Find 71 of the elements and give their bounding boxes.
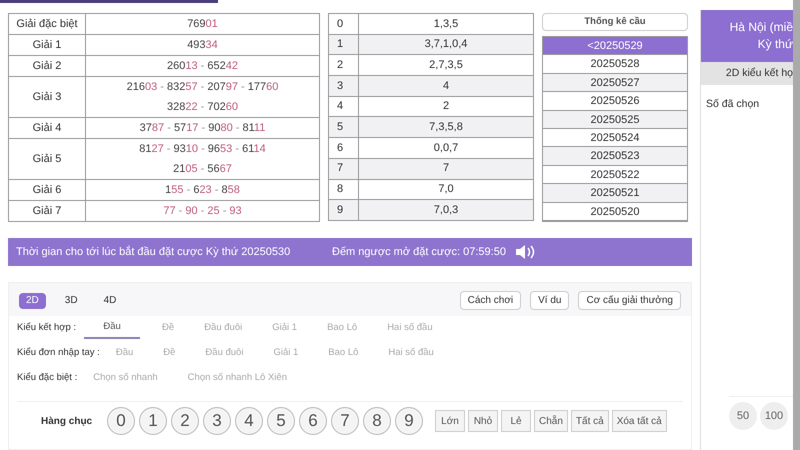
table-cell: 8127 - 9310 - 9653 - 6114 2105 - 5667 [86, 138, 320, 180]
draw-number: Kỳ thứ [758, 36, 793, 53]
quick-select-button[interactable]: Lẻ [501, 410, 531, 432]
digit-button[interactable]: 0 [107, 407, 135, 435]
table-cell: Giải 5 [8, 138, 86, 180]
digit-button[interactable]: 5 [267, 407, 295, 435]
table-cell: 21603 - 83257 - 20797 - 17760 32822 - 70260 [86, 76, 320, 118]
table-cell: 77 - 90 - 25 - 93 [86, 200, 320, 222]
type-label: Kiểu đặc biệt : [17, 371, 78, 386]
lottery-title: Hà Nội (miề [730, 19, 793, 36]
table-cell: 3 [328, 76, 358, 96]
draw-item[interactable]: 20250527 [543, 74, 687, 92]
digit-button[interactable]: 1 [139, 407, 167, 435]
table-cell: 155 - 623 - 858 [86, 180, 320, 200]
table-cell: 1,3,5 [358, 14, 534, 34]
digit-button[interactable]: 9 [395, 407, 423, 435]
banner-message: Thời gian cho tới lúc bắt đầu đặt cược Kỳ thứ 20250530 [16, 244, 292, 260]
scrollbar[interactable] [793, 0, 800, 450]
quick-select-button[interactable]: Tất cả [570, 410, 609, 432]
amount-button[interactable]: 100 [760, 402, 788, 430]
quick-select-button[interactable]: Chẵn [534, 410, 568, 432]
draw-item[interactable]: 20250523 [543, 147, 687, 166]
digit-button[interactable]: 3 [203, 407, 231, 435]
type-label: Kiểu kết hợp : [17, 321, 76, 336]
mode-tab[interactable]: 2D [19, 292, 46, 308]
row-label: Hàng chục [40, 414, 94, 428]
mode-tab[interactable]: 4D [96, 292, 124, 308]
table-cell: 49334 [86, 34, 320, 56]
amount-button[interactable]: 50 [729, 402, 757, 430]
digit-button[interactable]: 7 [331, 407, 359, 435]
digit-button[interactable]: 4 [235, 407, 263, 435]
mode-tab[interactable]: 3D [58, 292, 85, 308]
selected-numbers-label: Số đã chọn [706, 97, 760, 112]
digit-button[interactable]: 6 [299, 407, 327, 435]
table-cell: 76901 [86, 14, 320, 34]
table-cell: Giải đặc biệt [8, 14, 86, 34]
stats-button[interactable]: Thống kê cầu [542, 13, 688, 31]
table-cell: Giải 4 [8, 118, 86, 138]
table-cell: 6 [328, 138, 358, 158]
table-cell: 26013 - 65242 [86, 56, 320, 76]
draw-item[interactable]: 20250520 [543, 202, 687, 221]
digit-button[interactable]: 8 [363, 407, 391, 435]
draw-item[interactable]: <20250529 [543, 37, 687, 56]
speaker-icon [514, 243, 536, 261]
digit-button[interactable]: 2 [171, 407, 199, 435]
table-cell: 0,0,7 [358, 138, 534, 158]
help-button[interactable]: Cơ cấu giải thưởng [578, 291, 681, 310]
draw-item[interactable]: 20250521 [543, 184, 687, 203]
table-cell: Giải 6 [8, 180, 86, 200]
quick-select-button[interactable]: Nhỏ [468, 410, 498, 432]
table-cell: 7 [328, 158, 358, 179]
table-cell: Giải 7 [8, 200, 86, 222]
draw-item[interactable]: 20250525 [543, 110, 687, 129]
table-cell: 9 [328, 200, 358, 220]
help-button[interactable]: Cách chơi [460, 291, 522, 310]
table-cell: 0 [328, 14, 358, 34]
table-cell: 7,0,3 [358, 200, 534, 220]
table-cell: 7 [358, 158, 534, 179]
help-button[interactable]: Ví du [530, 291, 570, 310]
type-label: Kiểu đơn nhập tay : [17, 346, 100, 360]
countdown-text: Đếm ngược mở đặt cược: 07:59:50 [332, 244, 506, 260]
draw-item[interactable]: 20250522 [543, 166, 687, 184]
table-cell: Giải 2 [8, 56, 86, 76]
quick-select-button[interactable]: Xóa tất cả [612, 410, 667, 432]
type-option[interactable]: Đầu [84, 318, 140, 338]
table-cell: Giải 1 [8, 34, 86, 56]
table-cell: Giải 3 [8, 76, 86, 118]
panel-tab[interactable]: 2D kiểu kết họ [701, 62, 793, 85]
table-cell: 4 [358, 76, 534, 96]
quick-select-button[interactable]: Lớn [435, 410, 465, 432]
table-cell: 3787 - 5717 - 9080 - 8111 [86, 118, 320, 138]
